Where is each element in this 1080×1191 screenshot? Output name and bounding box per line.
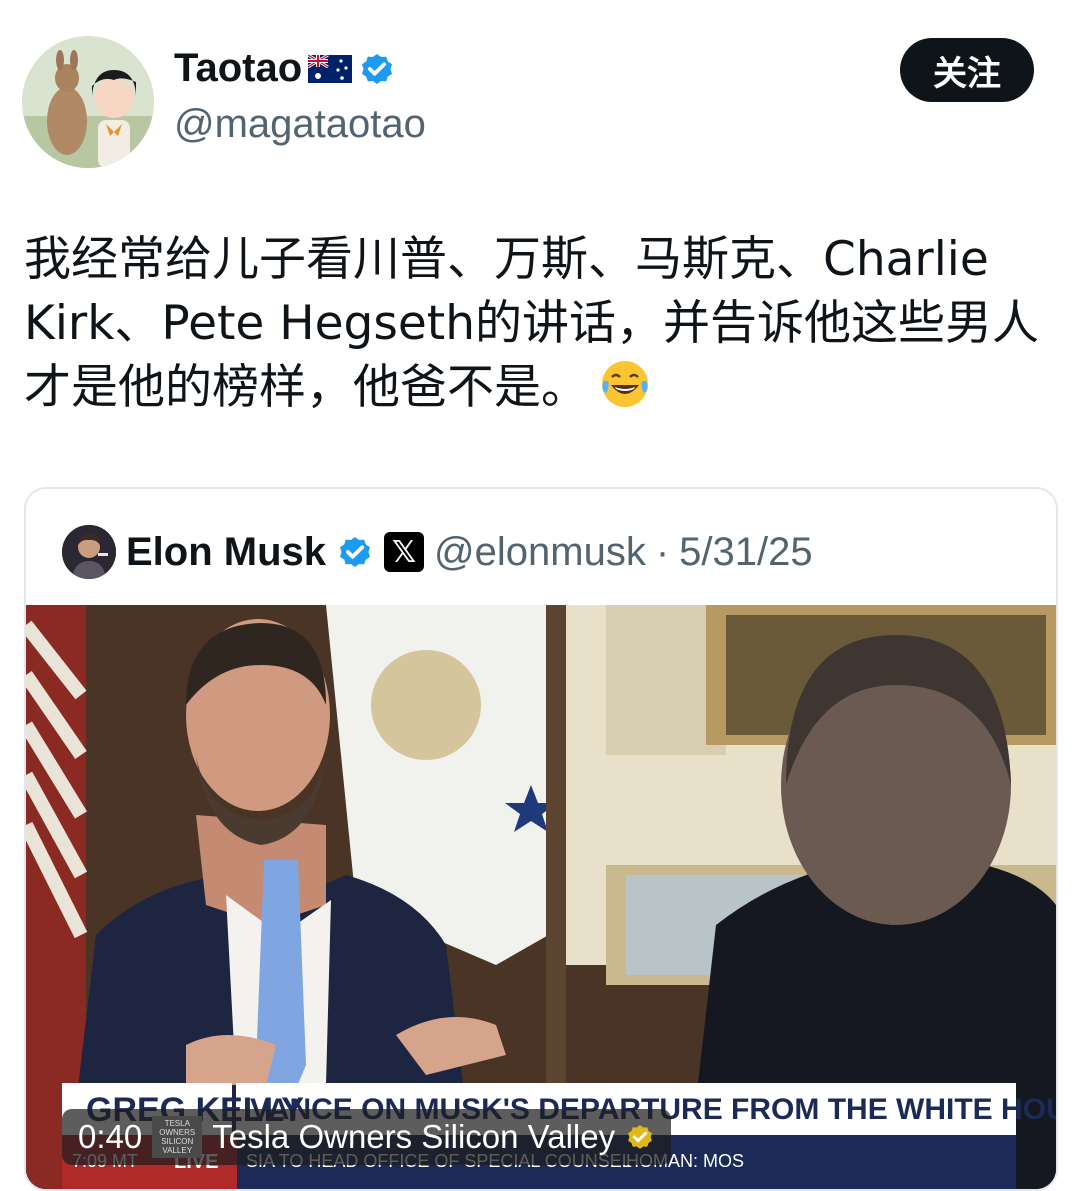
- gold-verified-badge-icon: [628, 1125, 652, 1149]
- author-display-name[interactable]: Taotao: [174, 46, 302, 91]
- quoted-author-name[interactable]: Elon Musk: [126, 530, 326, 575]
- verified-badge-icon: [339, 536, 371, 568]
- author-name-row: Taotao: [174, 46, 396, 91]
- follow-button[interactable]: 关注: [900, 38, 1034, 102]
- video-duration: 0:40: [78, 1118, 143, 1155]
- australia-flag-icon: [308, 54, 353, 83]
- laughing-tears-emoji-icon: [602, 361, 648, 407]
- video-player[interactable]: GREG KELLY VANCE ON MUSK'S DEPARTURE FRO…: [26, 605, 1056, 1189]
- author-handle[interactable]: @magataotao: [174, 102, 426, 147]
- tweet-line-3: 才是他的榜样，他爸不是。: [24, 356, 1054, 420]
- quoted-post-card[interactable]: Elon Musk 𝕏 @elonmusk · 5/31/25 FROM THE…: [24, 487, 1058, 1191]
- tweet-line-2: Kirk、Pete Hegseth的讲话，并告诉他这些男人: [24, 296, 1039, 351]
- video-channel-name: Tesla Owners Silicon Valley: [212, 1118, 616, 1155]
- tweet-line-3-text: 才是他的榜样，他爸不是。: [24, 360, 588, 415]
- x-affiliate-badge-icon: 𝕏: [384, 532, 425, 572]
- author-avatar[interactable]: [22, 36, 154, 168]
- avatar-image: [62, 525, 116, 579]
- quoted-author-avatar[interactable]: [62, 525, 116, 579]
- video-info-chip: 0:40 TESLA OWNERS SILICON VALLEY Tesla O…: [62, 1109, 672, 1165]
- tweet-text: 我经常给儿子看川普、万斯、马斯克、Charlie Kirk、Pete Hegse…: [24, 228, 1054, 420]
- quoted-author-handle[interactable]: @elonmusk: [434, 530, 646, 575]
- avatar-image: [22, 36, 154, 168]
- quoted-post-date[interactable]: 5/31/25: [679, 530, 812, 575]
- quoted-post-header: Elon Musk 𝕏 @elonmusk · 5/31/25: [62, 523, 813, 581]
- tweet-line-1: 我经常给儿子看川普、万斯、马斯克、Charlie: [24, 232, 989, 287]
- meta-separator: ·: [655, 529, 670, 574]
- verified-badge-icon: [362, 53, 393, 84]
- channel-logo: TESLA OWNERS SILICON VALLEY: [152, 1116, 203, 1158]
